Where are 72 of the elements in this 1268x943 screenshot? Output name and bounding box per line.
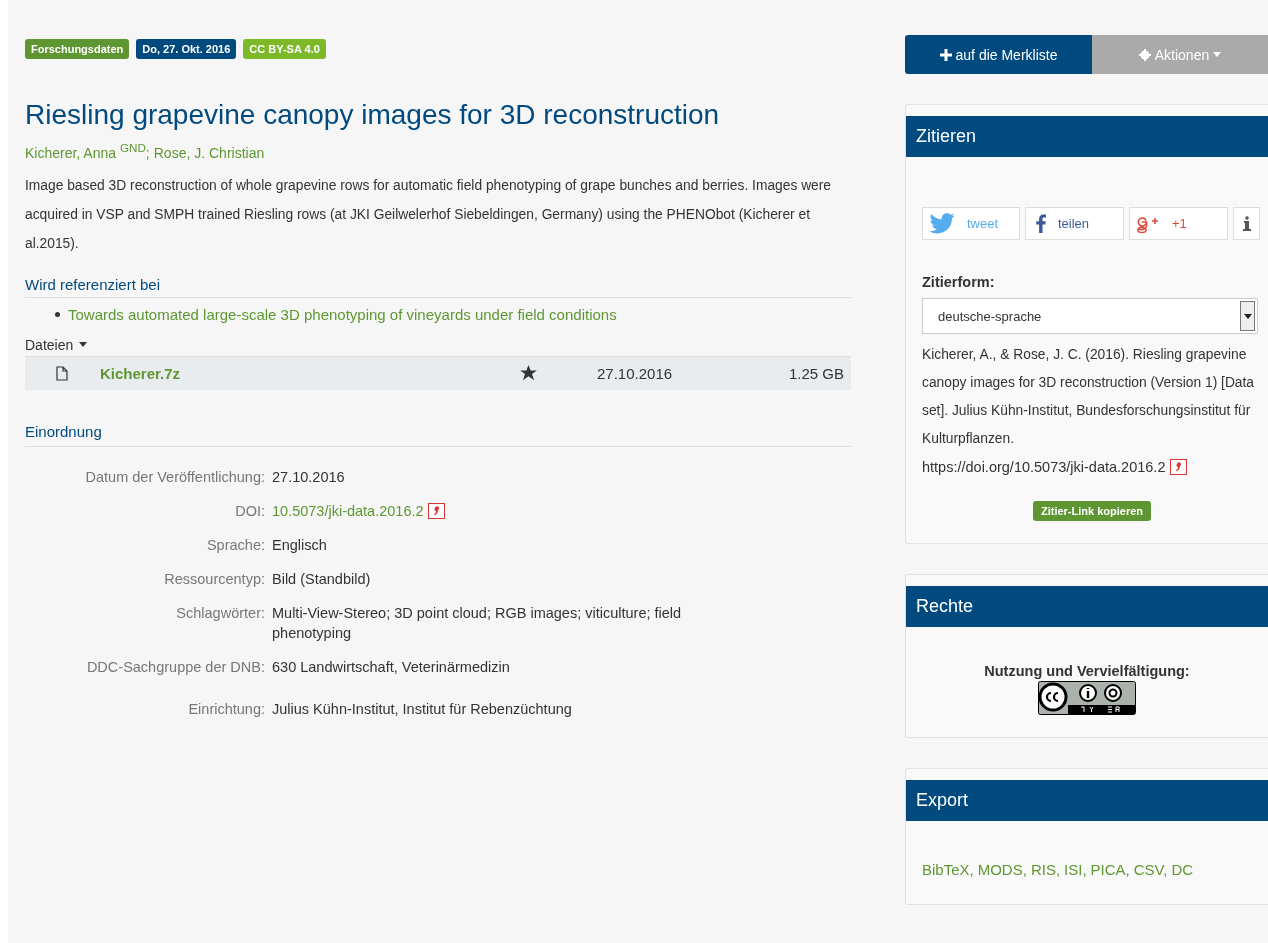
bookmark-button[interactable]: auf die Merkliste bbox=[905, 35, 1092, 74]
field-value: Julius Kühn-Institut, Institut für Rebenzüchtung bbox=[272, 699, 572, 719]
actions-menu-button[interactable]: Aktionen bbox=[1092, 35, 1268, 74]
quote-icon[interactable] bbox=[427, 502, 445, 519]
abstract-text: Image based 3D reconstruction of whole grapevine rows for automatic field phenotyping of grape bunches and berries. Images were acquired in VSP and SMPH trained Riesling rows (at JKI Geilwelerhof Siebeldingen, Germany) using the PHENObot (Kicherer et al.2015). bbox=[25, 176, 833, 253]
share-button[interactable]: tweet bbox=[922, 207, 1020, 240]
caret-icon bbox=[1243, 313, 1252, 319]
separator-text: , bbox=[1022, 861, 1027, 878]
field-label: DDC-Sachgruppe der DNB: bbox=[85, 657, 266, 677]
field-value: Englisch bbox=[272, 535, 327, 555]
copy-link-button[interactable]: Zitier-Link kopieren bbox=[1032, 501, 1152, 521]
export-link[interactable]: CSV bbox=[1133, 861, 1164, 878]
separator-text: , bbox=[1125, 861, 1130, 878]
files-dropdown[interactable]: Dateien bbox=[25, 336, 88, 353]
file-row[interactable]: Kicherer.7z 27.10.2016 1.25 GB bbox=[25, 355, 851, 390]
separator-text: , bbox=[1082, 861, 1087, 878]
panel-heading: Rechte bbox=[906, 586, 1268, 627]
file-icon bbox=[56, 365, 68, 381]
field-value: Bild (Standbild) bbox=[272, 569, 371, 589]
citation-text: Kicherer, A., & Rose, J. C. (2016). Riesling grapevine canopy images for 3D reconstruction (Version 1) [Data set]. Julius Kühn-Institut, Bundesforschungsinstitut für Kulturpflanzen. bbox=[922, 346, 1256, 448]
export-link[interactable]: PICA bbox=[1090, 861, 1126, 878]
info-icon bbox=[1242, 216, 1251, 231]
field-value: Multi-View-Stereo; 3D point cloud; RGB images; viticulture; field phenotyping bbox=[272, 603, 683, 643]
rights-label: Nutzung und Vervielfältigung: bbox=[984, 663, 1190, 679]
panel-heading: Zitieren bbox=[906, 116, 1268, 157]
bird-icon bbox=[929, 213, 955, 234]
citation-doi: https://doi.org/10.5073/jki-data.2016.2 bbox=[922, 458, 1166, 477]
section-heading: Einordnung bbox=[25, 422, 851, 447]
export-link[interactable]: RIS bbox=[1030, 861, 1056, 878]
author-link[interactable]: Rose, J. Christian bbox=[153, 144, 265, 161]
quote-icon[interactable] bbox=[1170, 459, 1188, 475]
field-label: Einrichtung: bbox=[187, 699, 266, 719]
badge: Do, 27. Okt. 2016 bbox=[136, 39, 237, 59]
field-label: DOI: bbox=[234, 501, 266, 521]
export-link[interactable]: DC bbox=[1171, 861, 1194, 878]
field-value: 27.10.2016 bbox=[272, 467, 345, 487]
bullet-icon bbox=[55, 311, 60, 317]
section-heading: Wird referenziert bei bbox=[25, 275, 851, 298]
license-icon[interactable] bbox=[1038, 681, 1136, 715]
field-value: 630 Landwirtschaft, Veterinärmedizin bbox=[272, 657, 510, 677]
doi-link[interactable]: 10.5073/jki-data.2016.2 bbox=[272, 500, 424, 521]
share-button[interactable]: +1 bbox=[1129, 207, 1228, 240]
separator-text: , bbox=[969, 861, 974, 878]
info-button[interactable] bbox=[1233, 207, 1260, 240]
field-label: Ressourcentyp: bbox=[163, 569, 266, 589]
field-label: Schlagwörter: bbox=[175, 603, 266, 623]
field-label: Sprache: bbox=[205, 535, 266, 555]
star-icon[interactable] bbox=[520, 365, 537, 382]
export-link[interactable]: BibTeX bbox=[922, 861, 970, 878]
plus-icon bbox=[939, 48, 952, 61]
file-date: 27.10.2016 bbox=[597, 364, 674, 382]
badge: Forschungsdaten bbox=[25, 39, 130, 59]
share-button[interactable]: teilen bbox=[1025, 207, 1124, 240]
caret-icon bbox=[79, 342, 88, 348]
separator-text: ; bbox=[145, 144, 150, 161]
field-label: Datum der Veröffentlichung: bbox=[84, 467, 266, 487]
export-link[interactable]: ISI bbox=[1064, 861, 1083, 878]
separator-text: , bbox=[1055, 861, 1061, 878]
citation-style-select[interactable]: deutsche-sprache bbox=[922, 298, 1258, 334]
facebook-icon bbox=[1036, 214, 1046, 233]
author-link[interactable]: Kicherer, Anna $^{GND}$ bbox=[25, 144, 146, 161]
caret-icon bbox=[1213, 52, 1222, 57]
citation-style-label: Zitierform: bbox=[922, 274, 996, 290]
badge: CC BY-SA 4.0 bbox=[243, 39, 326, 59]
separator-text: , bbox=[1163, 861, 1168, 878]
gear-icon bbox=[1138, 48, 1151, 61]
page-title: Riesling grapevine canopy images for 3D reconstruction bbox=[25, 99, 721, 131]
export-link[interactable]: MODS bbox=[977, 861, 1023, 878]
file-size: 1.25 GB bbox=[788, 364, 844, 382]
reference-link[interactable]: Towards automated large-scale 3D phenotyping of vineyards under field conditions bbox=[68, 305, 617, 323]
file-link[interactable]: Kicherer.7z bbox=[100, 364, 520, 382]
panel-heading: Export bbox=[906, 780, 1268, 821]
